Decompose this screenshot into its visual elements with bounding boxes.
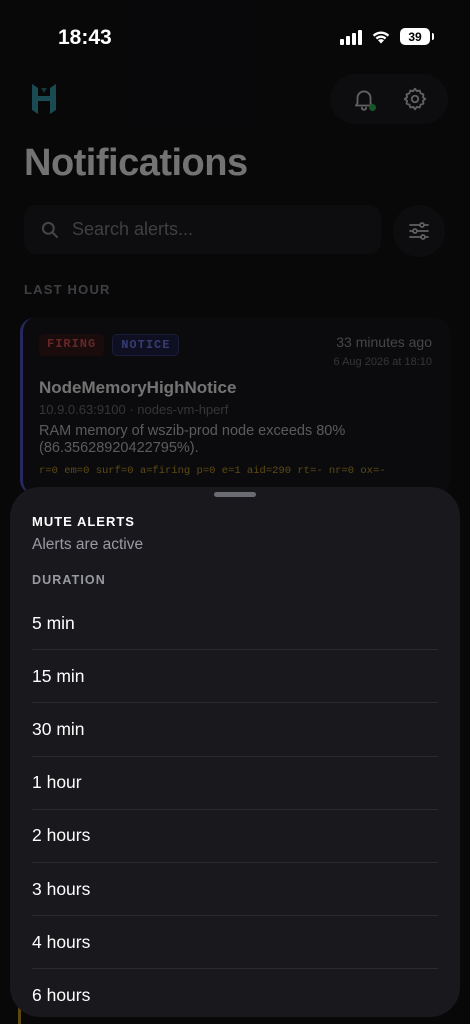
duration-option[interactable]: 1 hour (32, 757, 438, 810)
alert-description: RAM memory of wszib-prod node exceeds 80… (39, 423, 346, 456)
section-header: LAST HOUR (24, 282, 111, 297)
duration-label: DURATION (32, 573, 106, 587)
severity-badge: NOTICE (112, 334, 180, 356)
duration-option[interactable]: 6 hours (32, 969, 438, 1017)
status-time: 18:43 (58, 26, 112, 49)
alert-date: 6 Aug 2026 at 18:10 (333, 356, 432, 368)
status-icons: 39 (340, 28, 434, 45)
search-input[interactable] (72, 219, 352, 240)
filter-button[interactable] (393, 205, 445, 257)
status-bar: 18:43 39 (0, 0, 470, 70)
header-actions (330, 74, 448, 124)
firing-badge: FIRING (39, 334, 105, 356)
alert-title: NodeMemoryHighNotice (39, 378, 237, 397)
duration-option[interactable]: 2 hours (32, 810, 438, 863)
page-title: Notifications (24, 142, 248, 184)
gear-icon (403, 87, 426, 111)
sheet-grabber[interactable] (214, 492, 256, 497)
alert-source: 10.9.0.63:9100 · nodes-vm-hperf (39, 402, 229, 417)
duration-options: 5 min 15 min 30 min 1 hour 2 hours 3 hou… (32, 597, 438, 1017)
wifi-icon (372, 31, 390, 44)
search-icon (41, 221, 59, 238)
mute-status: Alerts are active (32, 536, 144, 553)
duration-option[interactable]: 15 min (32, 650, 438, 704)
mute-alerts-sheet: MUTE ALERTS Alerts are active DURATION 5… (10, 487, 460, 1017)
cellular-signal-icon (340, 29, 362, 45)
duration-option[interactable]: 5 min (32, 597, 438, 651)
settings-button[interactable] (397, 81, 433, 117)
duration-option[interactable]: 4 hours (32, 916, 438, 970)
duration-option[interactable]: 3 hours (32, 863, 438, 917)
alert-timestamp: 33 minutes ago 6 Aug 2026 at 18:10 (334, 334, 432, 368)
notifications-bell-button[interactable] (346, 81, 382, 117)
alert-card[interactable]: FIRING NOTICE 33 minutes ago 6 Aug 2026 … (20, 318, 450, 494)
search-bar[interactable] (24, 205, 381, 254)
app-logo-icon (28, 80, 60, 118)
duration-option[interactable]: 30 min (32, 703, 438, 757)
sheet-title: MUTE ALERTS (32, 514, 135, 529)
sliders-icon (409, 222, 429, 240)
alert-relative-time: 33 minutes ago (336, 334, 432, 350)
battery-icon: 39 (400, 28, 434, 45)
active-indicator-dot (368, 104, 376, 111)
alert-meta: r=0 em=0 surf=0 a=firing p=0 e=1 aid=290… (39, 465, 386, 477)
